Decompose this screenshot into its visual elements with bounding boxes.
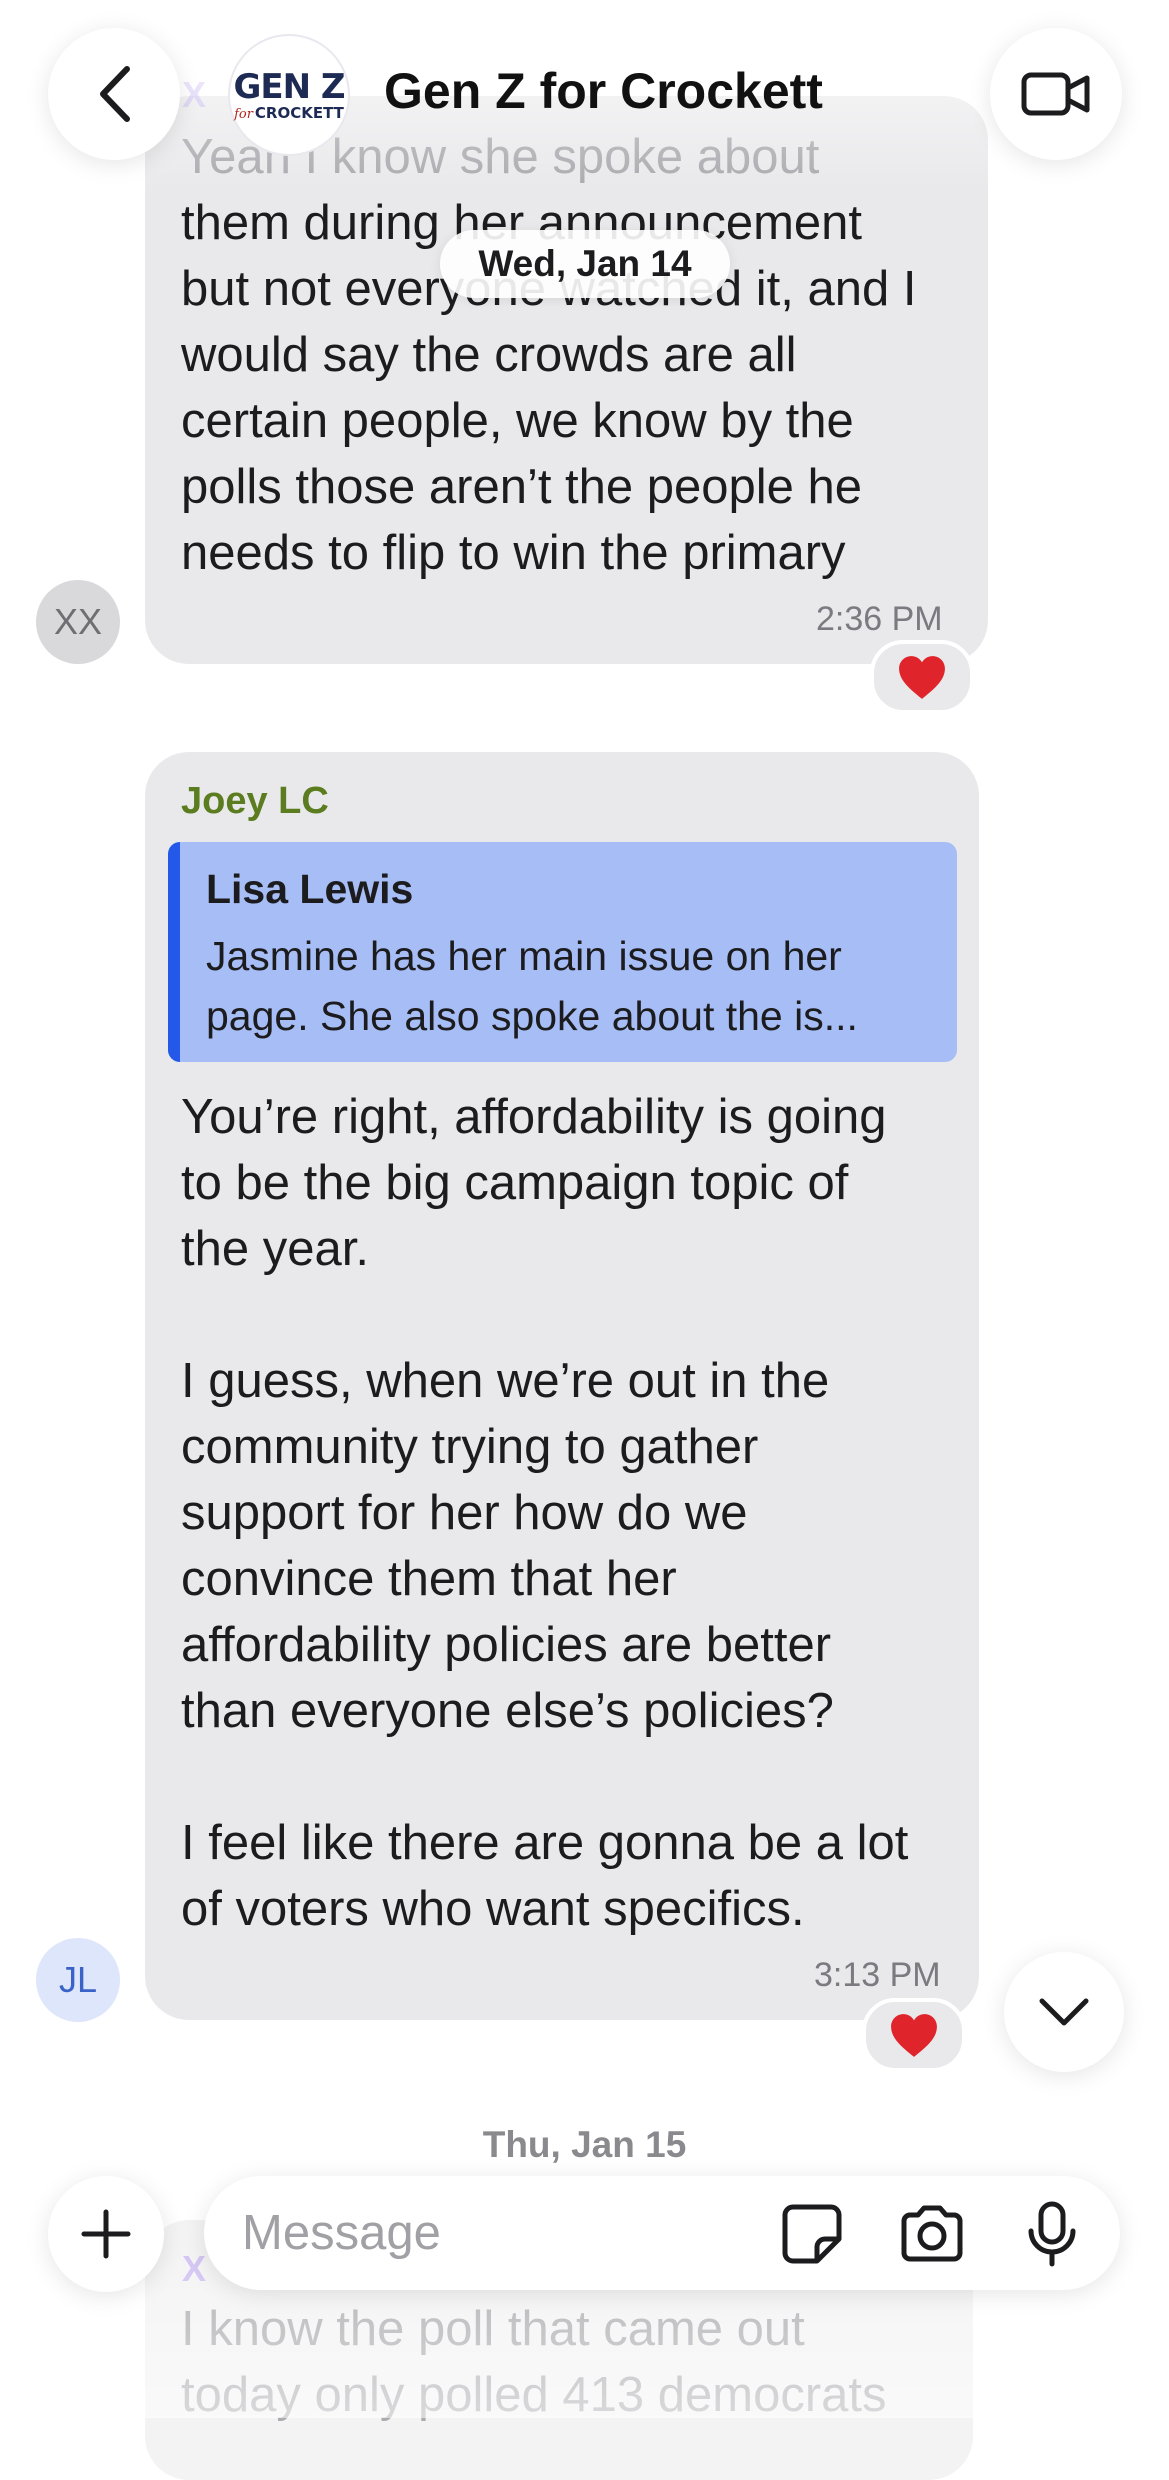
- quote-bar: [168, 842, 180, 1062]
- add-button[interactable]: [48, 2176, 164, 2292]
- heart-reaction[interactable]: [862, 1998, 966, 2072]
- chevron-left-icon: [100, 66, 130, 122]
- quote-snippet: Jasmine has her main issue on her page. …: [206, 933, 858, 1039]
- date-divider: Thu, Jan 15: [482, 2124, 687, 2165]
- video-call-button[interactable]: [990, 28, 1122, 160]
- message-text: I know the poll that came out today only…: [181, 2302, 887, 2422]
- microphone-icon: [1028, 2201, 1076, 2267]
- scroll-down-button[interactable]: [1004, 1952, 1124, 2072]
- heart-icon: [899, 656, 945, 699]
- message-sender-partial: X: [182, 74, 207, 115]
- group-avatar-line1: GEN Z: [233, 66, 345, 107]
- camera-button[interactable]: [896, 2198, 968, 2270]
- heart-icon: [891, 2014, 937, 2057]
- group-avatar[interactable]: GEN Z for CROCKETT: [228, 34, 350, 156]
- avatar[interactable]: XX: [36, 580, 120, 664]
- message-time: 3:13 PM: [814, 1956, 941, 1994]
- microphone-button[interactable]: [1016, 2198, 1088, 2270]
- group-avatar-line2: for CROCKETT: [234, 103, 344, 122]
- group-avatar-line2-text: CROCKETT: [254, 103, 344, 122]
- quote-author: Lisa Lewis: [206, 866, 414, 912]
- plus-icon: [81, 2209, 131, 2259]
- date-pill: Wed, Jan 14: [440, 230, 730, 298]
- message-text: You’re right, affordability is going to …: [181, 1090, 909, 1936]
- back-button[interactable]: [48, 28, 180, 160]
- sticker-icon: [782, 2204, 842, 2264]
- heart-reaction[interactable]: [870, 640, 974, 714]
- chevron-down-icon: [1039, 1998, 1089, 2026]
- video-camera-icon: [1021, 72, 1090, 116]
- camera-icon: [901, 2205, 963, 2262]
- avatar[interactable]: JL: [36, 1938, 120, 2022]
- chat-title[interactable]: Gen Z for Crockett: [384, 62, 823, 120]
- group-avatar-line2-prefix: for: [234, 106, 253, 122]
- message-composer[interactable]: [204, 2176, 1120, 2290]
- message-time: 2:36 PM: [816, 600, 943, 638]
- sender-name: Joey LC: [181, 780, 329, 822]
- message-input[interactable]: [240, 2200, 724, 2266]
- message-sender-partial: X: [182, 2248, 207, 2289]
- sticker-button[interactable]: [776, 2198, 848, 2270]
- reply-quote[interactable]: Lisa Lewis Jasmine has her main issue on…: [168, 842, 957, 1062]
